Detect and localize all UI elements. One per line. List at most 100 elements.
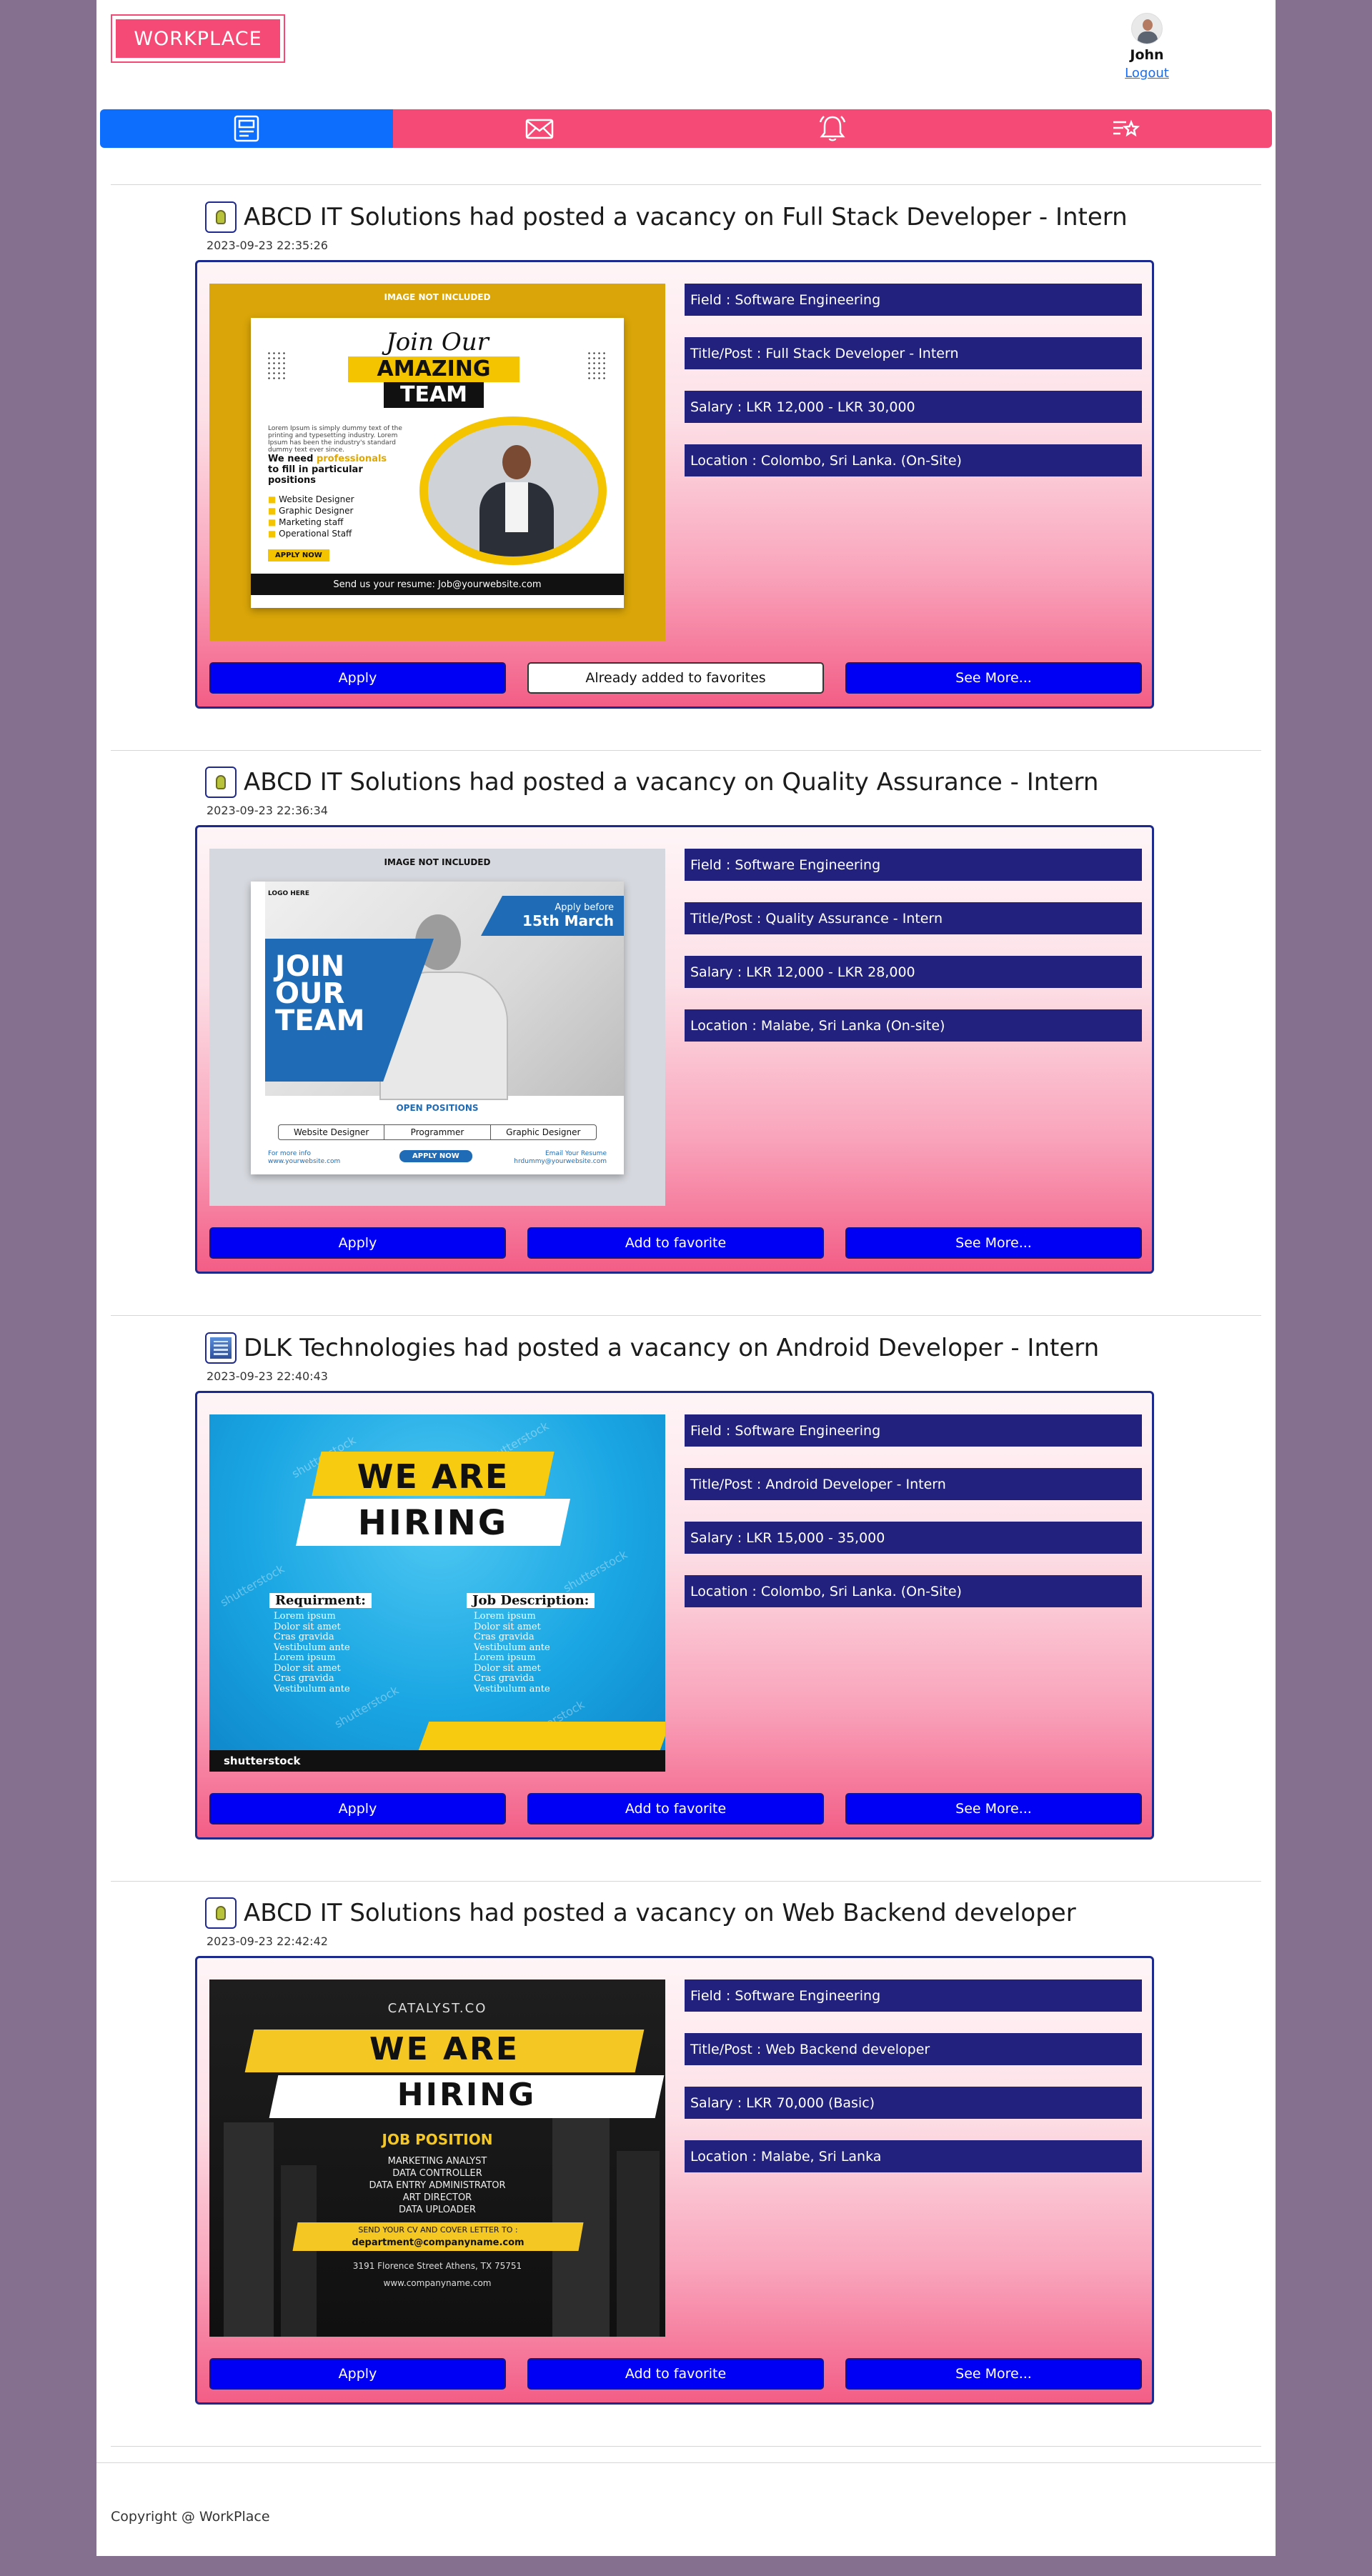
post-date: 2023-09-23 22:35:26 <box>207 239 328 252</box>
logout-link[interactable]: Logout <box>1111 66 1183 81</box>
poster-we-are: WE ARE <box>369 2031 520 2067</box>
title-post-info: Title/Post : Android Developer - Intern <box>685 1468 1142 1500</box>
salary-info: Salary : LKR 15,000 - 35,000 <box>685 1522 1142 1554</box>
favorites-list-icon <box>1113 119 1140 137</box>
poster-note: IMAGE NOT INCLUDED <box>384 292 491 302</box>
vacancy-card: shutterstock shutterstock shutterstock s… <box>195 1391 1154 1839</box>
divider <box>111 1315 1261 1316</box>
vacancy-details: Field : Software Engineering Title/Post … <box>685 1980 1142 2194</box>
divider <box>111 2446 1261 2447</box>
salary-info: Salary : LKR 70,000 (Basic) <box>685 2087 1142 2119</box>
poster-amazing: AMAZING <box>348 356 520 382</box>
see-more-button[interactable]: See More... <box>845 1227 1142 1259</box>
favorite-button[interactable]: Already added to favorites <box>527 662 824 694</box>
see-more-button[interactable]: See More... <box>845 1793 1142 1824</box>
copyright: Copyright @ WorkPlace <box>111 2509 270 2525</box>
user-panel: John Logout <box>1111 13 1183 81</box>
favorite-button[interactable]: Add to favorite <box>527 1227 824 1259</box>
post-header: ABCD IT Solutions had posted a vacancy o… <box>205 201 1128 233</box>
post-header: ABCD IT Solutions had posted a vacancy o… <box>205 767 1098 798</box>
poster-roles: MARKETING ANALYST DATA CONTROLLER DATA E… <box>369 2156 506 2215</box>
vacancy-poster: CATALYST.CO WE ARE HIRING JOB POSITION M… <box>209 1980 665 2337</box>
bulb-logo-icon[interactable] <box>205 201 237 233</box>
location-info: Location : Colombo, Sri Lanka. (On-Site) <box>685 444 1142 476</box>
poster-website: www.companyname.com <box>383 2278 492 2288</box>
page: WORK PLACE John Logout ABCD IT Solutions… <box>96 0 1276 2556</box>
building-logo-icon[interactable] <box>205 1332 237 1364</box>
vacancy-details: Field : Software Engineering Title/Post … <box>685 849 1142 1063</box>
nav-tab-posts[interactable] <box>100 109 393 148</box>
divider <box>111 750 1261 751</box>
poster-roles: Website Designer Programmer Graphic Desi… <box>278 1124 597 1140</box>
divider <box>111 184 1261 185</box>
nav-tab-notifications[interactable] <box>686 109 979 148</box>
salary-info: Salary : LKR 12,000 - LKR 28,000 <box>685 956 1142 988</box>
nav-tab-favorites[interactable] <box>979 109 1272 148</box>
bulb-logo-icon[interactable] <box>205 767 237 798</box>
poster-we-are: WE ARE <box>357 1457 509 1496</box>
bulb-logo-icon[interactable] <box>205 1897 237 1929</box>
vacancy-poster: IMAGE NOT INCLUDED Join Our AMAZING TEAM… <box>209 284 665 641</box>
vacancy-card: IMAGE NOT INCLUDED Join Our AMAZING TEAM… <box>195 260 1154 709</box>
apply-button[interactable]: Apply <box>209 1227 506 1259</box>
poster-role-list: Website Designer Graphic Designer Market… <box>268 494 354 539</box>
title-post-info: Title/Post : Quality Assurance - Intern <box>685 902 1142 934</box>
poster-job-position: JOB POSITION <box>382 2131 493 2148</box>
poster-open-positions: OPEN POSITIONS <box>396 1103 479 1113</box>
poster-join: Join Our <box>386 328 489 356</box>
field-info: Field : Software Engineering <box>685 284 1142 316</box>
avatar[interactable] <box>1131 13 1163 44</box>
field-info: Field : Software Engineering <box>685 1980 1142 2012</box>
apply-button[interactable]: Apply <box>209 1793 506 1824</box>
poster-description-label: Job Description: <box>467 1593 595 1608</box>
poster-requirement-list: Lorem ipsum Dolor sit amet Cras gravida … <box>274 1611 350 1694</box>
apply-button[interactable]: Apply <box>209 662 506 694</box>
vacancy-card: CATALYST.CO WE ARE HIRING JOB POSITION M… <box>195 1956 1154 2405</box>
post-header: ABCD IT Solutions had posted a vacancy o… <box>205 1897 1076 1929</box>
post-title: DLK Technologies had posted a vacancy on… <box>244 1334 1100 1362</box>
salary-info: Salary : LKR 12,000 - LKR 30,000 <box>685 391 1142 423</box>
poster-join-our-team: JOIN OUR TEAM <box>275 950 365 1037</box>
poster-logo-here: LOGO HERE <box>268 890 309 897</box>
logo-part2: PLACE <box>197 27 262 50</box>
see-more-button[interactable]: See More... <box>845 2358 1142 2390</box>
post-title: ABCD IT Solutions had posted a vacancy o… <box>244 1899 1076 1927</box>
vacancy-card: IMAGE NOT INCLUDED LOGO HERE Apply befor… <box>195 825 1154 1274</box>
poster-need: We need professionals to fill in particu… <box>268 454 387 486</box>
logo-part1: WORK <box>134 27 197 50</box>
poster-team: TEAM <box>384 382 484 408</box>
vacancy-details: Field : Software Engineering Title/Post … <box>685 284 1142 498</box>
poster-company: CATALYST.CO <box>387 2001 487 2016</box>
post-date: 2023-09-23 22:40:43 <box>207 1369 328 1383</box>
bell-icon <box>819 116 846 141</box>
post-title: ABCD IT Solutions had posted a vacancy o… <box>244 203 1128 231</box>
divider <box>111 1881 1261 1882</box>
main-nav <box>100 109 1272 148</box>
post-date: 2023-09-23 22:36:34 <box>207 804 328 817</box>
nav-tab-messages[interactable] <box>393 109 686 148</box>
poster-lorem: Lorem Ipsum is simply dummy text of the … <box>268 425 402 454</box>
vacancy-details: Field : Software Engineering Title/Post … <box>685 1414 1142 1629</box>
poster-send: Send us your resume: Job@yourwebsite.com <box>251 574 624 595</box>
poster-note: IMAGE NOT INCLUDED <box>384 857 491 867</box>
location-info: Location : Malabe, Sri Lanka <box>685 2140 1142 2172</box>
post-title: ABCD IT Solutions had posted a vacancy o… <box>244 768 1099 797</box>
favorite-button[interactable]: Add to favorite <box>527 2358 824 2390</box>
apply-button[interactable]: Apply <box>209 2358 506 2390</box>
mail-icon <box>525 119 554 139</box>
poster-hiring: HIRING <box>397 2077 537 2113</box>
post-date: 2023-09-23 22:42:42 <box>207 1935 328 1948</box>
poster-apply-before: Apply before 15th March <box>481 896 624 936</box>
posts-icon <box>234 115 259 142</box>
poster-more-info: For more info www.yourwebsite.com <box>268 1150 341 1165</box>
see-more-button[interactable]: See More... <box>845 662 1142 694</box>
poster-brand: shutterstock <box>209 1750 665 1772</box>
title-post-info: Title/Post : Full Stack Developer - Inte… <box>685 337 1142 369</box>
poster-email: Email Your Resume hrdummy@yourwebsite.co… <box>514 1150 607 1165</box>
vacancy-poster: IMAGE NOT INCLUDED LOGO HERE Apply befor… <box>209 849 665 1206</box>
location-info: Location : Malabe, Sri Lanka (On-site) <box>685 1009 1142 1042</box>
workplace-logo[interactable]: WORK PLACE <box>111 14 285 63</box>
poster-requirement-label: Requirment: <box>269 1593 372 1608</box>
logo-text: WORK PLACE <box>116 19 280 58</box>
favorite-button[interactable]: Add to favorite <box>527 1793 824 1824</box>
